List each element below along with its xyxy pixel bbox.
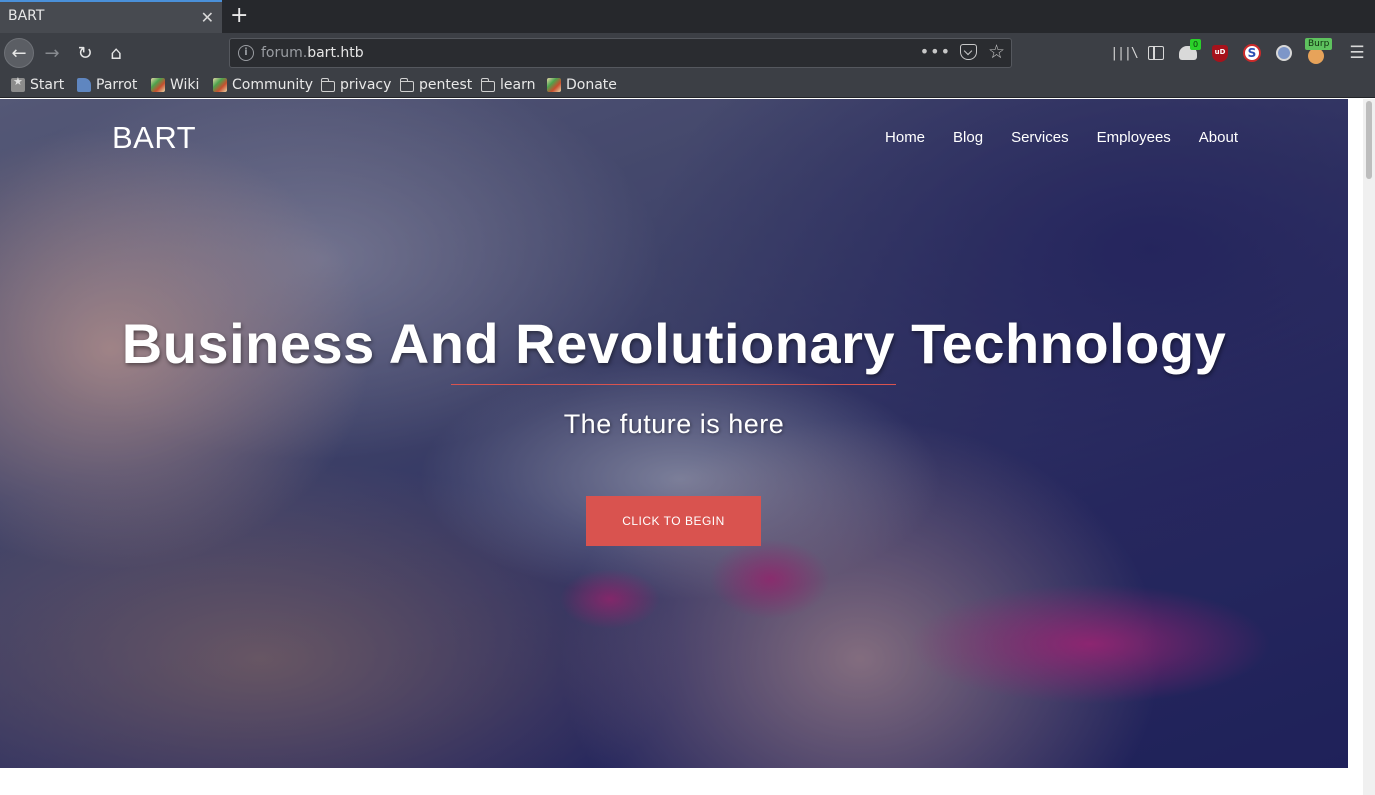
swirl-icon bbox=[547, 78, 561, 92]
nav-employees[interactable]: Employees bbox=[1097, 129, 1171, 146]
swirl-icon bbox=[151, 78, 165, 92]
site-info-icon[interactable]: i bbox=[238, 45, 254, 61]
nav-services[interactable]: Services bbox=[1011, 129, 1069, 146]
url-subdomain: forum. bbox=[261, 45, 308, 61]
hamburger-menu-icon[interactable]: ☰ bbox=[1346, 43, 1368, 63]
page-actions-icon[interactable]: ••• bbox=[920, 42, 951, 61]
nav-about[interactable]: About bbox=[1199, 129, 1238, 146]
bookmark-parrot[interactable]: Parrot bbox=[77, 76, 137, 94]
folder-icon bbox=[400, 77, 414, 92]
hero-section: BART Home Blog Services Employees About … bbox=[0, 99, 1348, 768]
bookmark-label: Start bbox=[30, 77, 65, 93]
bookmark-label: Community bbox=[232, 77, 314, 93]
url-bar[interactable]: i forum.bart.htb ••• ☆ bbox=[229, 38, 1012, 68]
back-button[interactable]: ← bbox=[4, 38, 34, 68]
bookmark-label: Donate bbox=[566, 77, 617, 93]
sidebar-icon[interactable] bbox=[1145, 43, 1167, 63]
bookmark-start[interactable]: Start bbox=[11, 75, 65, 94]
start-icon bbox=[11, 75, 25, 92]
bookmark-label: Wiki bbox=[170, 77, 200, 93]
library-icon[interactable]: |||\ bbox=[1110, 43, 1138, 63]
reload-button[interactable]: ↻ bbox=[70, 38, 100, 68]
cookie-extension-icon[interactable] bbox=[1273, 43, 1295, 63]
page-scrollbar[interactable] bbox=[1363, 99, 1375, 795]
click-to-begin-button[interactable]: CLICK TO BEGIN bbox=[586, 496, 761, 546]
forward-button[interactable]: → bbox=[37, 38, 67, 68]
bookmark-star-icon[interactable]: ☆ bbox=[988, 41, 1005, 63]
site-logo[interactable]: BART bbox=[112, 120, 196, 156]
tab-bart[interactable]: BART ✕ bbox=[0, 0, 222, 33]
new-tab-button[interactable]: + bbox=[230, 3, 248, 29]
nav-blog[interactable]: Blog bbox=[953, 129, 983, 146]
bookmarks-bar: Start Parrot Wiki Community privacy pent… bbox=[0, 73, 1375, 98]
bookmark-label: Parrot bbox=[96, 77, 138, 93]
bookmark-donate[interactable]: Donate bbox=[547, 76, 617, 94]
tab-strip: BART ✕ + bbox=[0, 0, 1375, 33]
bookmark-community[interactable]: Community bbox=[213, 76, 313, 94]
bookmark-folder-pentest[interactable]: pentest bbox=[400, 76, 472, 94]
close-tab-icon[interactable]: ✕ bbox=[201, 8, 214, 27]
swirl-icon bbox=[213, 78, 227, 92]
home-button[interactable]: ⌂ bbox=[101, 38, 131, 68]
bookmark-label: learn bbox=[500, 77, 536, 93]
ublock-label: uD bbox=[1212, 44, 1228, 62]
url-domain: bart.htb bbox=[307, 45, 364, 61]
hero-divider bbox=[451, 384, 896, 385]
scrollbar-thumb[interactable] bbox=[1366, 101, 1372, 179]
ublock-icon[interactable]: uD bbox=[1209, 43, 1231, 63]
nav-home[interactable]: Home bbox=[885, 129, 925, 146]
extension-badge: 0 bbox=[1190, 39, 1201, 50]
burp-badge: Burp bbox=[1305, 38, 1333, 50]
bookmark-folder-privacy[interactable]: privacy bbox=[321, 76, 391, 94]
site-nav: Home Blog Services Employees About bbox=[885, 129, 1238, 146]
s-extension-icon[interactable]: S bbox=[1241, 43, 1263, 63]
hero-subtitle: The future is here bbox=[563, 409, 785, 439]
bookmark-label: privacy bbox=[340, 77, 392, 93]
hero-title: Business And Revolutionary Technology bbox=[121, 312, 1227, 375]
folder-icon bbox=[481, 77, 495, 92]
bookmark-wiki[interactable]: Wiki bbox=[151, 76, 199, 94]
bookmark-label: pentest bbox=[419, 77, 473, 93]
pocket-icon[interactable] bbox=[960, 44, 977, 60]
bookmark-folder-learn[interactable]: learn bbox=[481, 76, 535, 94]
navigation-toolbar: ← → ↻ ⌂ i forum.bart.htb ••• ☆ |||\ 0 uD… bbox=[0, 33, 1375, 73]
parrot-icon bbox=[77, 78, 91, 92]
s-extension-label: S bbox=[1243, 44, 1261, 62]
folder-icon bbox=[321, 77, 335, 92]
url-text[interactable]: forum.bart.htb bbox=[261, 45, 364, 61]
tab-title: BART bbox=[8, 8, 45, 24]
page-viewport: BART Home Blog Services Employees About … bbox=[0, 99, 1375, 795]
